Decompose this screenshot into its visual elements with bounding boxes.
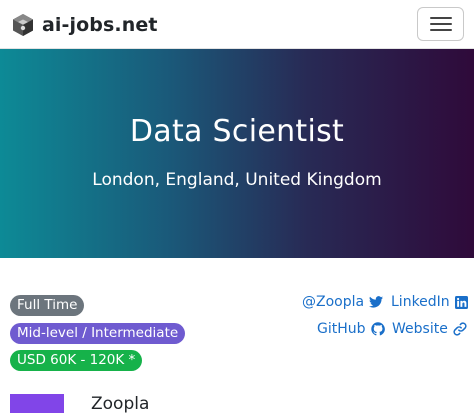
linkedin-link-label: LinkedIn [391,294,450,310]
job-location: London, England, United Kingdom [92,170,382,190]
company-logo[interactable] [10,394,64,413]
brand-link[interactable]: ai-jobs.net [11,12,158,38]
github-icon [370,322,385,336]
twitter-link-label: @Zoopla [302,294,365,310]
company-twitter-link[interactable]: @Zoopla [302,294,384,310]
company-name[interactable]: Zoopla [91,394,149,414]
navbar-toggler-button[interactable] [417,7,464,41]
employment-type-badge[interactable]: Full Time [10,295,85,316]
experience-level-badge[interactable]: Mid-level / Intermediate [10,323,186,344]
navbar: ai-jobs.net [0,0,474,49]
job-header-banner: Data Scientist London, England, United K… [0,49,474,258]
brand-name: ai-jobs.net [42,14,158,36]
link-icon [453,322,467,336]
ai-jobs-logo-icon [11,13,35,37]
company-linkedin-link[interactable]: LinkedIn [391,294,468,310]
github-link-label: GitHub [317,321,366,337]
hamburger-menu-icon [429,16,452,32]
company-website-link[interactable]: Website [392,321,467,337]
job-title: Data Scientist [129,114,345,149]
twitter-icon [369,296,384,308]
website-link-label: Website [392,321,448,337]
linkedin-icon [454,295,468,309]
company-github-link[interactable]: GitHub [317,321,385,337]
salary-badge: USD 60K - 120K * [10,350,143,371]
